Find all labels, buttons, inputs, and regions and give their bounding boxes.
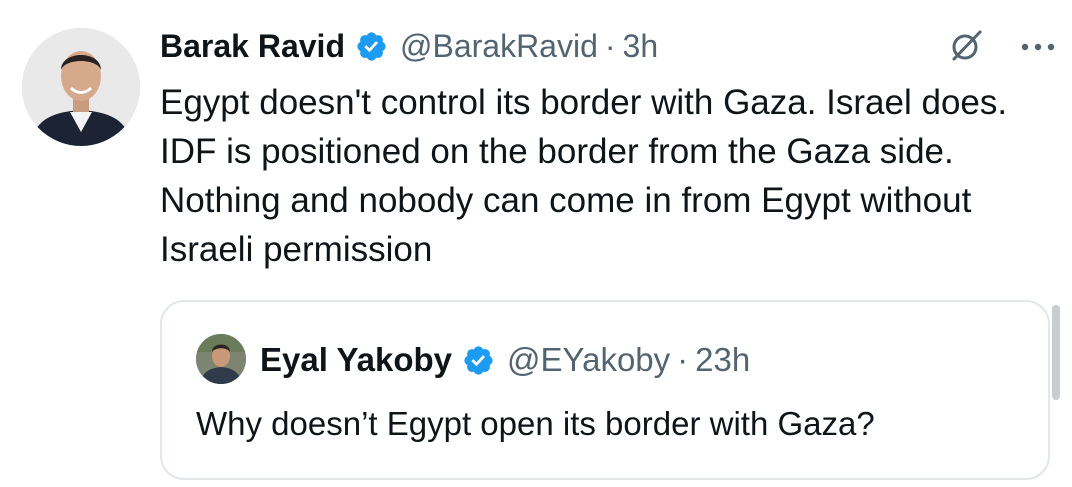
separator-dot: · xyxy=(604,27,616,64)
tweet-header-actions xyxy=(948,28,1056,69)
grok-icon[interactable] xyxy=(948,28,984,69)
tweet-text: Egypt doesn't control its border with Ga… xyxy=(160,83,1008,269)
author-name[interactable]: Barak Ravid xyxy=(160,28,345,65)
tweet-header: Barak Ravid @BarakRavid · 3h xyxy=(160,22,658,70)
quote-author-avatar[interactable] xyxy=(196,334,246,384)
verified-badge-icon xyxy=(355,30,388,63)
tweet-timestamp[interactable]: 3h xyxy=(623,28,659,65)
quote-separator-dot: · xyxy=(677,341,689,378)
quote-tweet-card[interactable]: Eyal Yakoby @EYakoby · 23h Why doesn’t E… xyxy=(160,300,1050,480)
quote-header: Eyal Yakoby @EYakoby · 23h xyxy=(260,335,750,385)
quote-author-handle[interactable]: @EYakoby xyxy=(507,341,670,379)
quote-verified-badge-icon xyxy=(462,344,495,377)
tweet[interactable]: Barak Ravid @BarakRavid · 3h Egypt doesn xyxy=(0,0,1072,487)
quote-text: Why doesn’t Egypt open its border with G… xyxy=(196,405,875,442)
author-avatar[interactable] xyxy=(22,28,140,146)
quote-timestamp[interactable]: 23h xyxy=(695,341,750,379)
scrollbar[interactable] xyxy=(1052,305,1060,400)
quote-author-name[interactable]: Eyal Yakoby xyxy=(260,341,452,379)
more-icon[interactable] xyxy=(1020,40,1056,58)
author-handle[interactable]: @BarakRavid xyxy=(400,28,598,65)
